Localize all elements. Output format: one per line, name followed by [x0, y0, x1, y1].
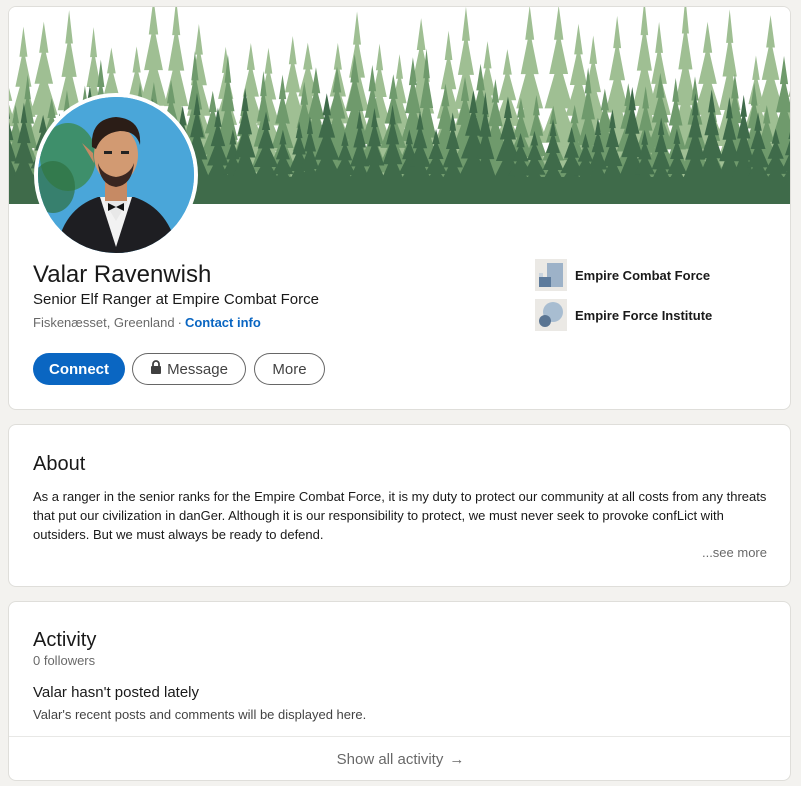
connect-button[interactable]: Connect	[33, 353, 125, 385]
about-card: About As a ranger in the senior ranks fo…	[8, 424, 791, 587]
show-all-activity-label: Show all activity	[336, 750, 444, 768]
followers-count[interactable]: 0 followers	[33, 653, 95, 668]
org-school[interactable]: Empire Force Institute	[535, 299, 712, 331]
org-company[interactable]: Empire Combat Force	[535, 259, 710, 291]
activity-card: Activity 0 followers Valar hasn't posted…	[8, 601, 791, 781]
profile-location-row: Fiskenæsset, Greenland · Contact info	[33, 315, 261, 330]
about-text: As a ranger in the senior ranks for the …	[33, 489, 767, 542]
org-company-name: Empire Combat Force	[575, 267, 711, 283]
org-school-name: Empire Force Institute	[575, 307, 713, 323]
more-button-label: More	[272, 360, 307, 378]
profile-location: Fiskenæsset, Greenland	[33, 315, 175, 330]
activity-empty-title: Valar hasn't posted lately	[33, 684, 200, 701]
company-logo-icon	[535, 259, 567, 291]
profile-card: Valar Ravenwish Senior Elf Ranger at Emp…	[8, 6, 791, 410]
more-button[interactable]: More	[254, 353, 325, 385]
profile-name: Valar Ravenwish	[33, 261, 212, 288]
contact-info-link[interactable]: Contact info	[185, 315, 261, 330]
profile-headline: Senior Elf Ranger at Empire Combat Force	[33, 291, 319, 308]
show-all-activity-button[interactable]: Show all activity →	[9, 737, 790, 780]
activity-empty-subtitle: Valar's recent posts and comments will b…	[33, 707, 367, 722]
see-more-link[interactable]: ...see more	[702, 545, 767, 560]
lock-icon	[150, 360, 162, 378]
school-logo-icon	[535, 299, 567, 331]
message-button-label: Message	[167, 360, 228, 378]
activity-title: Activity	[33, 629, 97, 651]
connect-button-label: Connect	[49, 360, 109, 378]
profile-avatar[interactable]	[34, 93, 198, 257]
arrow-right-icon: →	[449, 750, 465, 768]
about-title: About	[33, 453, 86, 475]
message-button[interactable]: Message	[132, 353, 246, 385]
location-separator: ·	[177, 315, 182, 330]
